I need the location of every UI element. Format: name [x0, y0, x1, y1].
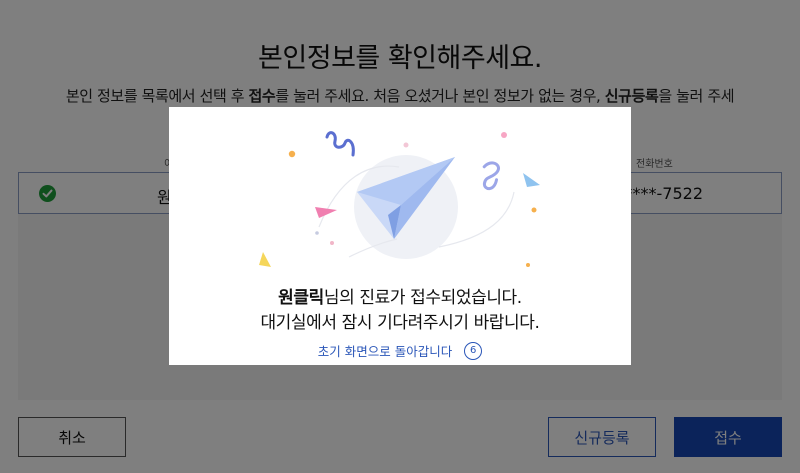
return-home-link[interactable]: 초기 화면으로 돌아갑니다 6: [169, 341, 631, 360]
return-home-text[interactable]: 초기 화면으로 돌아갑니다: [318, 341, 452, 360]
modal-message-line2: 대기실에서 잠시 기다려주시기 바랍니다.: [260, 313, 540, 333]
confirmation-modal: 원클릭님의 진료가 접수되었습니다. 대기실에서 잠시 기다려주시기 바랍니다.…: [169, 107, 631, 365]
modal-message-line1: 원클릭님의 진료가 접수되었습니다.: [169, 283, 631, 308]
modal-message-text: 님의 진료가 접수되었습니다.: [323, 288, 522, 308]
paper-plane-icon: [259, 131, 540, 267]
patient-name: 원클릭: [278, 288, 324, 308]
countdown-badge: 6: [464, 341, 483, 360]
